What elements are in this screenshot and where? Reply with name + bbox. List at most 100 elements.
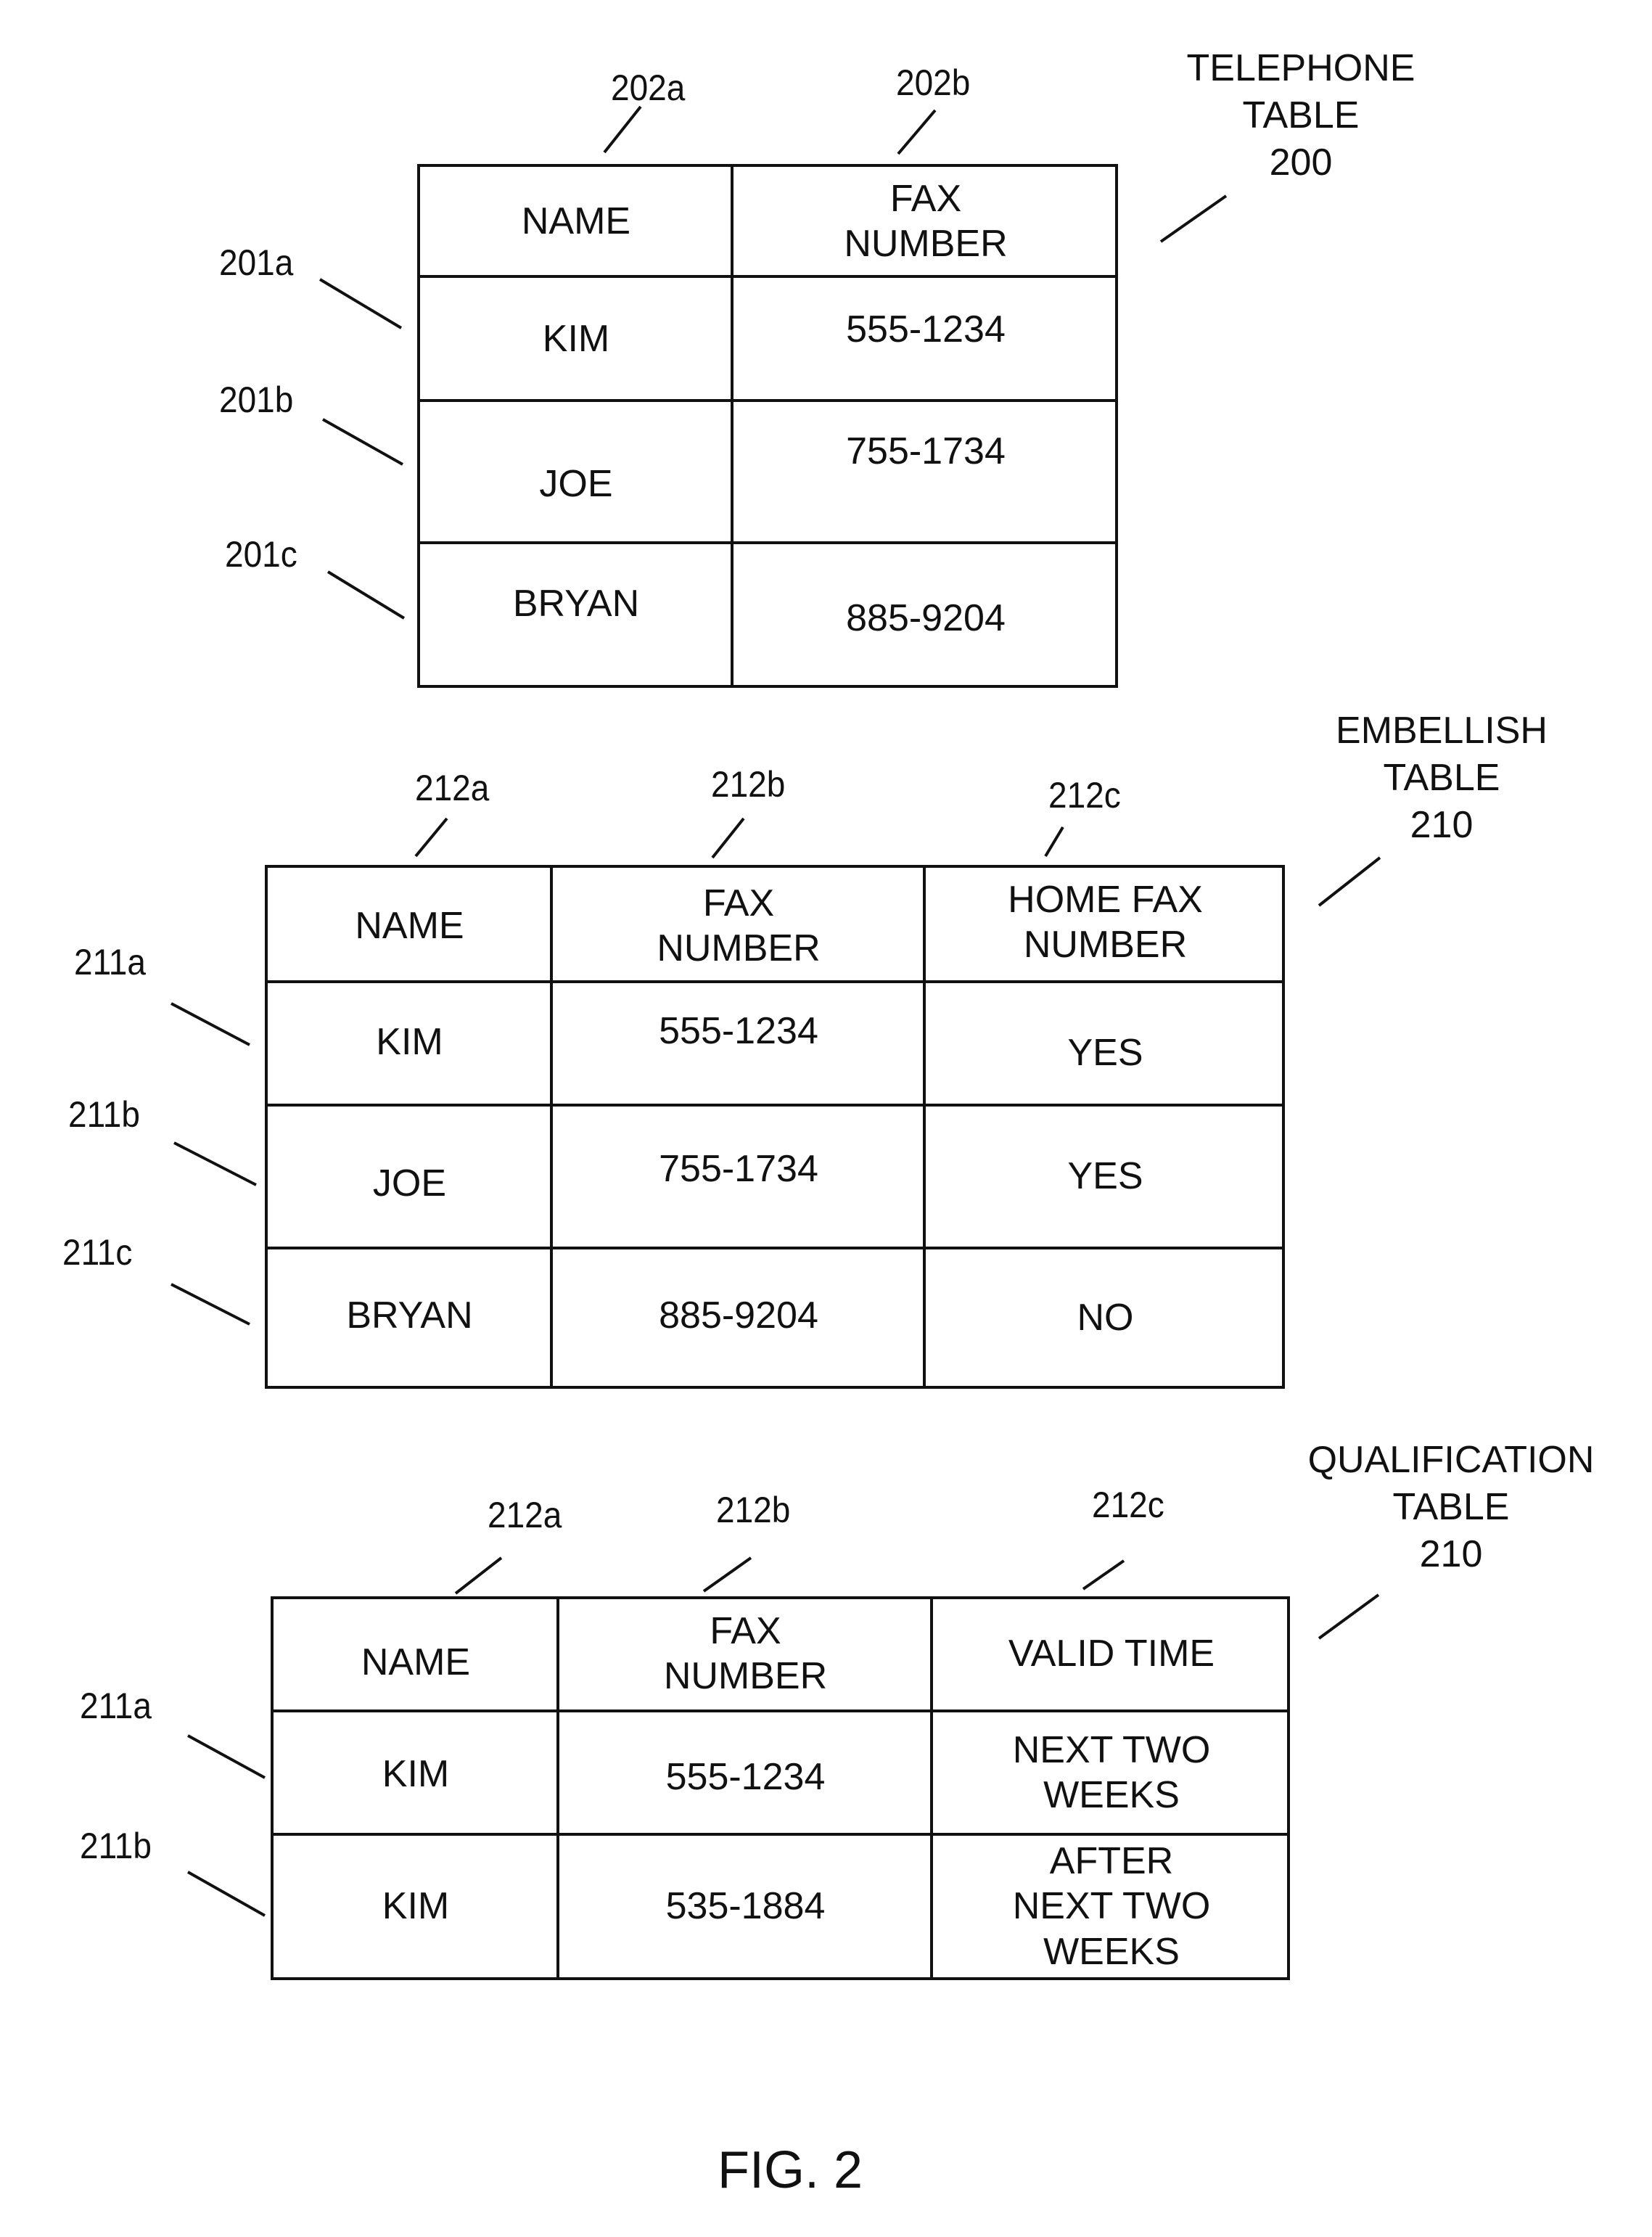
leader-212c: [1044, 826, 1064, 858]
title-line: TABLE: [1242, 94, 1360, 136]
ref-label-212b-q: 212b: [716, 1490, 791, 1530]
cell-fax-row1: 555-1234: [846, 308, 1006, 350]
cell-text: NEXT TWO: [1012, 1885, 1211, 1928]
header-valid-time: VALID TIME: [933, 1599, 1290, 1708]
figure-caption: FIG. 2: [717, 2141, 863, 2199]
leader-212a-q: [454, 1556, 503, 1595]
leader-202b: [897, 109, 937, 155]
leader-201a: [319, 278, 403, 329]
leader-211b-q: [187, 1871, 266, 1917]
embellish-table-title: EMBELLISH TABLE 210: [1336, 707, 1548, 849]
ref-label-202a: 202a: [611, 67, 686, 108]
leader-210-qualification: [1318, 1593, 1380, 1640]
title-ref-number: 200: [1269, 141, 1333, 184]
header-text: VALID TIME: [1008, 1632, 1215, 1675]
ref-label-201b: 201b: [219, 379, 294, 420]
header-text: FAX: [702, 882, 775, 924]
header-text: NAME: [361, 1641, 471, 1684]
leader-200: [1159, 194, 1228, 243]
cell-home-fax-row2: YES: [1067, 1154, 1143, 1197]
title-ref-number: 210: [1410, 804, 1474, 846]
cell-fax-row2: 535-1884: [559, 1836, 932, 1977]
cell-fax-row1: 555-1234: [559, 1715, 932, 1839]
header-home-fax-number: HOME FAX NUMBER: [926, 868, 1285, 977]
title-line: EMBELLISH: [1336, 710, 1548, 752]
header-name: NAME: [274, 1606, 558, 1719]
leader-211a-q: [187, 1734, 266, 1779]
leader-210-embellish: [1318, 856, 1381, 907]
cell-home-fax-row3: NO: [1077, 1296, 1134, 1339]
leader-212a: [414, 817, 448, 858]
cell-text: 535-1884: [665, 1885, 826, 1928]
leader-211a: [170, 1002, 250, 1046]
ref-label-212c-q: 212c: [1092, 1485, 1164, 1525]
cell-fax-row3: 885-9204: [846, 597, 1006, 640]
cell-name-row2: JOE: [539, 463, 613, 506]
cell-valid-time-row1: NEXT TWO WEEKS: [933, 1712, 1290, 1833]
telephone-table-title: TELEPHONE TABLE 200: [1187, 45, 1415, 186]
ref-label-211b-q: 211b: [80, 1826, 152, 1866]
cell-text: NEXT TWO: [1012, 1728, 1211, 1771]
ref-label-211b: 211b: [68, 1094, 140, 1135]
header-text: FAX: [889, 177, 962, 220]
cell-text: WEEKS: [1043, 1774, 1180, 1816]
header-text: NUMBER: [844, 223, 1008, 265]
header-text: NUMBER: [1023, 924, 1188, 966]
cell-name-row3: BRYAN: [346, 1294, 473, 1337]
title-line: TABLE: [1383, 757, 1500, 799]
title-line: TELEPHONE: [1186, 47, 1415, 89]
leader-201c: [326, 570, 406, 620]
cell-text: KIM: [382, 1752, 450, 1795]
ref-label-212b: 212b: [711, 764, 786, 805]
leader-212c-q: [1082, 1559, 1125, 1590]
cell-text: 555-1234: [665, 1755, 826, 1798]
header-text: HOME FAX: [1008, 878, 1203, 921]
leader-212b-q: [702, 1556, 752, 1593]
title-line: TABLE: [1392, 1486, 1510, 1528]
ref-label-201c: 201c: [225, 534, 297, 575]
cell-fax-row2: 755-1734: [659, 1147, 818, 1190]
leader-211c: [170, 1283, 250, 1326]
telephone-table: NAME FAX NUMBER KIM 555-1234 JOE 755-173…: [417, 164, 1118, 688]
title-line: QUALIFICATION: [1307, 1439, 1595, 1481]
ref-label-211a-q: 211a: [80, 1686, 152, 1726]
header-fax-number: FAX NUMBER: [733, 167, 1118, 276]
ref-label-212a: 212a: [415, 768, 490, 808]
cell-name-row2: KIM: [274, 1836, 558, 1977]
cell-name-row2: JOE: [372, 1162, 447, 1204]
cell-name-row1: KIM: [542, 317, 610, 360]
cell-valid-time-row2: AFTER NEXT TWO WEEKS: [933, 1836, 1290, 1977]
qualification-table-title: QUALIFICATION TABLE 210: [1308, 1437, 1595, 1578]
ref-label-202b: 202b: [896, 62, 971, 103]
header-text: NAME: [355, 904, 464, 947]
leader-211b: [173, 1141, 257, 1186]
header-fax-number: FAX NUMBER: [553, 868, 924, 984]
header-text: NAME: [521, 200, 631, 242]
leader-212b: [711, 817, 745, 859]
cell-name-row1: KIM: [376, 1020, 443, 1063]
cell-fax-row2: 755-1734: [846, 430, 1006, 473]
ref-label-212a-q: 212a: [488, 1495, 562, 1535]
header-name: NAME: [268, 868, 551, 984]
embellish-table: NAME FAX NUMBER HOME FAX NUMBER KIM 555-…: [265, 865, 1285, 1389]
cell-fax-row1: 555-1234: [659, 1009, 818, 1052]
ref-label-211c: 211c: [62, 1232, 133, 1273]
header-name: NAME: [420, 167, 732, 276]
header-text: NUMBER: [663, 1655, 828, 1697]
ref-label-211a: 211a: [74, 942, 146, 982]
ref-label-212c: 212c: [1048, 775, 1121, 816]
header-text: FAX: [710, 1609, 781, 1652]
qualification-table: NAME FAX NUMBER VALID TIME KIM 555-1234 …: [271, 1596, 1290, 1980]
header-text: NUMBER: [657, 927, 821, 969]
cell-text: KIM: [382, 1885, 450, 1928]
cell-name-row1: KIM: [274, 1712, 558, 1836]
header-fax-number: FAX NUMBER: [559, 1599, 932, 1708]
cell-text: AFTER: [1049, 1839, 1174, 1882]
title-ref-number: 210: [1419, 1533, 1483, 1575]
leader-201b: [322, 418, 403, 466]
ref-label-201a: 201a: [219, 242, 294, 283]
leader-202a: [603, 105, 642, 154]
cell-text: WEEKS: [1043, 1930, 1180, 1973]
cell-name-row3: BRYAN: [512, 583, 640, 625]
cell-home-fax-row1: YES: [1067, 1031, 1143, 1074]
